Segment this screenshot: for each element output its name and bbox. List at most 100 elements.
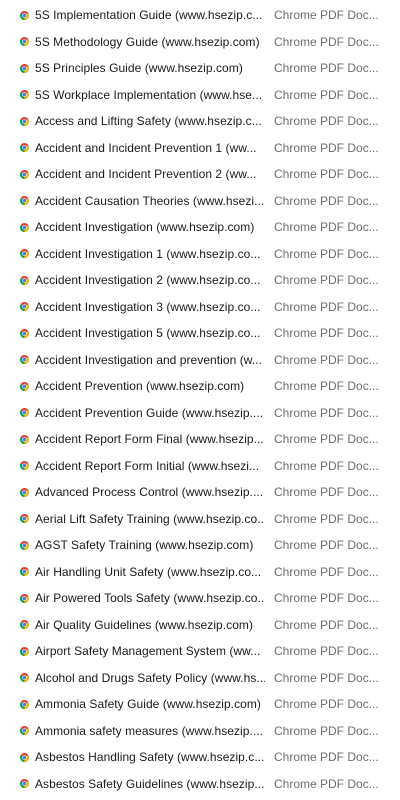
chrome-pdf-icon <box>19 725 30 736</box>
chrome-pdf-icon <box>19 619 30 630</box>
file-name: Accident Causation Theories (www.hsezi..… <box>35 193 265 208</box>
chrome-pdf-icon <box>19 142 30 153</box>
file-type: Chrome PDF Doc... <box>274 61 379 76</box>
file-type: Chrome PDF Doc... <box>274 458 379 473</box>
file-type: Chrome PDF Doc... <box>274 485 379 500</box>
file-type: Chrome PDF Doc... <box>274 34 379 49</box>
file-row[interactable]: Accident Prevention Guide (www.hsezip...… <box>0 400 400 427</box>
file-type: Chrome PDF Doc... <box>274 564 379 579</box>
file-row[interactable]: Accident Prevention (www.hsezip.com) Chr… <box>0 373 400 400</box>
chrome-pdf-icon <box>19 540 30 551</box>
chrome-pdf-icon <box>19 699 30 710</box>
file-name: 5S Principles Guide (www.hsezip.com) <box>35 61 243 76</box>
file-row[interactable]: 5S Workplace Implementation (www.hse... … <box>0 82 400 109</box>
file-row[interactable]: Accident Investigation 1 (www.hsezip.co.… <box>0 241 400 268</box>
chrome-pdf-icon <box>19 116 30 127</box>
file-row[interactable]: AGST Safety Training (www.hsezip.com) Ch… <box>0 532 400 559</box>
file-row[interactable]: Accident Investigation 3 (www.hsezip.co.… <box>0 294 400 321</box>
file-row[interactable]: Air Powered Tools Safety (www.hsezip.co.… <box>0 585 400 612</box>
file-row[interactable]: Air Quality Guidelines (www.hsezip.com) … <box>0 612 400 639</box>
file-name: 5S Methodology Guide (www.hsezip.com) <box>35 34 260 49</box>
file-type: Chrome PDF Doc... <box>274 405 379 420</box>
file-name: Accident Investigation 5 (www.hsezip.co.… <box>35 326 261 341</box>
chrome-pdf-icon <box>19 354 30 365</box>
file-type: Chrome PDF Doc... <box>274 167 379 182</box>
file-name: Ammonia safety measures (www.hsezip.... <box>35 723 264 738</box>
chrome-pdf-icon <box>19 222 30 233</box>
file-name: Accident Report Form Final (www.hsezip..… <box>35 432 264 447</box>
chrome-pdf-icon <box>19 593 30 604</box>
file-name: Air Powered Tools Safety (www.hsezip.co.… <box>35 591 265 606</box>
chrome-pdf-icon <box>19 301 30 312</box>
file-type: Chrome PDF Doc... <box>274 511 379 526</box>
file-type: Chrome PDF Doc... <box>274 750 379 765</box>
file-type: Chrome PDF Doc... <box>274 538 379 553</box>
file-type: Chrome PDF Doc... <box>274 246 379 261</box>
file-name: Accident Prevention Guide (www.hsezip...… <box>35 405 264 420</box>
file-name: Accident Investigation 3 (www.hsezip.co.… <box>35 299 261 314</box>
file-row[interactable]: Accident Investigation (www.hsezip.com) … <box>0 214 400 241</box>
file-name: Asbestos Safety Guidelines (www.hsezip..… <box>35 776 265 791</box>
chrome-pdf-icon <box>19 646 30 657</box>
file-row[interactable]: Airport Safety Management System (ww... … <box>0 638 400 665</box>
file-name: Accident and Incident Prevention 2 (ww..… <box>35 167 257 182</box>
file-row[interactable]: 5S Methodology Guide (www.hsezip.com) Ch… <box>0 29 400 56</box>
file-row[interactable]: Asbestos Handling Safety (www.hsezip.c..… <box>0 744 400 771</box>
file-type: Chrome PDF Doc... <box>274 273 379 288</box>
file-name: Asbestos Handling Safety (www.hsezip.c..… <box>35 750 265 765</box>
file-row[interactable]: Asbestos Safety Guidelines (www.hsezip..… <box>0 771 400 798</box>
file-row[interactable]: Aerial Lift Safety Training (www.hsezip.… <box>0 506 400 533</box>
chrome-pdf-icon <box>19 10 30 21</box>
file-type: Chrome PDF Doc... <box>274 114 379 129</box>
file-name: Accident Report Form Initial (www.hsezi.… <box>35 458 260 473</box>
file-row[interactable]: Alcohol and Drugs Safety Policy (www.hs.… <box>0 665 400 692</box>
file-type: Chrome PDF Doc... <box>274 379 379 394</box>
file-name: Accident Prevention (www.hsezip.com) <box>35 379 245 394</box>
file-list: 5S Implementation Guide (www.hsezip.c...… <box>0 0 400 800</box>
file-row[interactable]: Accident Causation Theories (www.hsezi..… <box>0 188 400 215</box>
chrome-pdf-icon <box>19 513 30 524</box>
file-type: Chrome PDF Doc... <box>274 299 379 314</box>
file-row[interactable]: Accident Report Form Initial (www.hsezi.… <box>0 453 400 480</box>
file-row[interactable]: Ammonia safety measures (www.hsezip.... … <box>0 718 400 745</box>
file-name: AGST Safety Training (www.hsezip.com) <box>35 538 254 553</box>
file-row[interactable]: Advanced Process Control (www.hsezip....… <box>0 479 400 506</box>
chrome-pdf-icon <box>19 36 30 47</box>
file-type: Chrome PDF Doc... <box>274 220 379 235</box>
chrome-pdf-icon <box>19 752 30 763</box>
file-row[interactable]: Accident Report Form Final (www.hsezip..… <box>0 426 400 453</box>
file-name: Ammonia Safety Guide (www.hsezip.com) <box>35 697 261 712</box>
file-row[interactable]: Accident and Incident Prevention 2 (ww..… <box>0 161 400 188</box>
file-row[interactable]: Air Handling Unit Safety (www.hsezip.co.… <box>0 559 400 586</box>
file-row[interactable]: Accident and Incident Prevention 1 (ww..… <box>0 135 400 162</box>
chrome-pdf-icon <box>19 169 30 180</box>
file-type: Chrome PDF Doc... <box>274 591 379 606</box>
file-type: Chrome PDF Doc... <box>274 776 379 791</box>
file-type: Chrome PDF Doc... <box>274 193 379 208</box>
file-type: Chrome PDF Doc... <box>274 697 379 712</box>
file-type: Chrome PDF Doc... <box>274 723 379 738</box>
file-row[interactable]: Access and Lifting Safety (www.hsezip.c.… <box>0 108 400 135</box>
file-type: Chrome PDF Doc... <box>274 87 379 102</box>
chrome-pdf-icon <box>19 381 30 392</box>
file-type: Chrome PDF Doc... <box>274 432 379 447</box>
chrome-pdf-icon <box>19 63 30 74</box>
file-name: Access and Lifting Safety (www.hsezip.c.… <box>35 114 262 129</box>
file-row[interactable]: Ammonia Safety Guide (www.hsezip.com) Ch… <box>0 691 400 718</box>
file-name: Accident Investigation and prevention (w… <box>35 352 262 367</box>
file-name: 5S Implementation Guide (www.hsezip.c... <box>35 8 263 23</box>
chrome-pdf-icon <box>19 434 30 445</box>
file-row[interactable]: Accident Investigation and prevention (w… <box>0 347 400 374</box>
file-row[interactable]: Accident Investigation 5 (www.hsezip.co.… <box>0 320 400 347</box>
file-name: Accident Investigation (www.hsezip.com) <box>35 220 255 235</box>
file-name: Accident Investigation 1 (www.hsezip.co.… <box>35 246 261 261</box>
file-row[interactable]: Accident Investigation 2 (www.hsezip.co.… <box>0 267 400 294</box>
chrome-pdf-icon <box>19 195 30 206</box>
chrome-pdf-icon <box>19 248 30 259</box>
chrome-pdf-icon <box>19 89 30 100</box>
file-row[interactable]: 5S Implementation Guide (www.hsezip.c...… <box>0 2 400 29</box>
file-name: Aerial Lift Safety Training (www.hsezip.… <box>35 511 265 526</box>
chrome-pdf-icon <box>19 487 30 498</box>
file-row[interactable]: 5S Principles Guide (www.hsezip.com) Chr… <box>0 55 400 82</box>
file-name: Alcohol and Drugs Safety Policy (www.hs.… <box>35 670 265 685</box>
